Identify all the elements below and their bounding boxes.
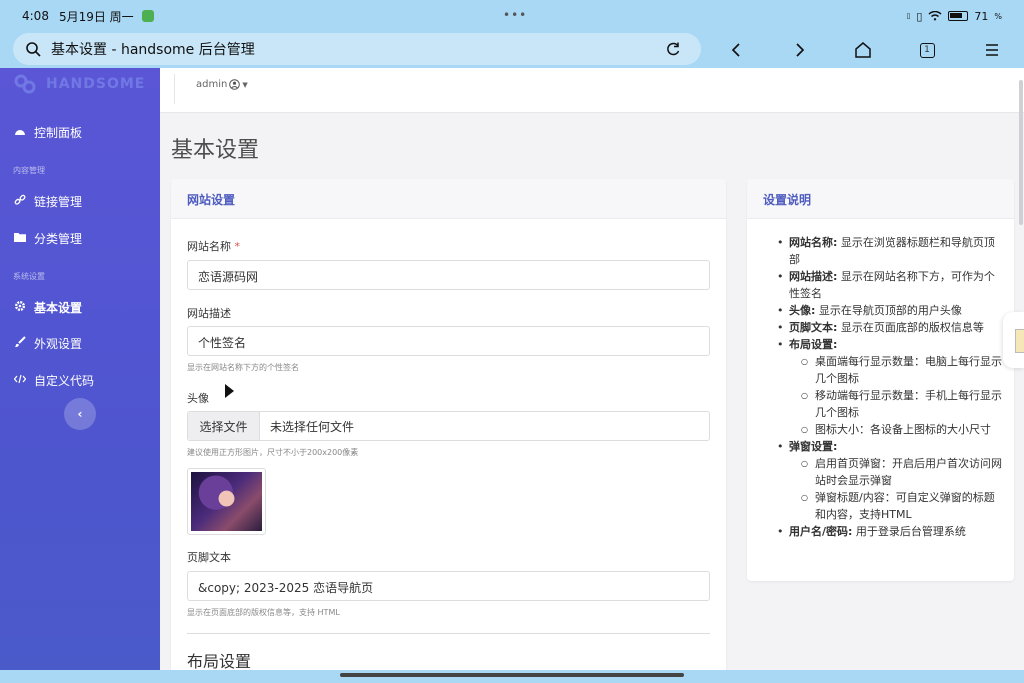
sidebar-item-categories[interactable]: 分类管理	[0, 223, 160, 253]
battery-level: 71	[974, 9, 989, 23]
wifi-icon	[928, 11, 942, 21]
sub-list-item: 弹窗标题/内容：可自定义弹窗的标题和内容，支持HTML	[789, 489, 1003, 523]
page-title: 基本设置	[171, 138, 260, 163]
username: admin	[196, 79, 228, 90]
list-item: 弹窗设置: 启用首页弹窗：开启后用户首次访问网站时会显示弹窗 弹窗标题/内容：可…	[763, 438, 1003, 523]
mouse-cursor-icon	[225, 384, 234, 398]
link-icon	[14, 194, 26, 209]
page-scrollbar[interactable]	[1019, 80, 1023, 225]
refresh-icon[interactable]	[663, 39, 683, 59]
sub-list-item: 启用首页弹窗：开启后用户首次访问网站时会显示弹窗	[789, 455, 1003, 489]
browser-toolbar: 基本设置 - handsome 后台管理 1	[0, 32, 1024, 68]
sidebar-item-basic-settings[interactable]: 基本设置	[0, 292, 160, 322]
list-item: 网站描述: 显示在网站名称下方，可作为个性签名	[763, 268, 1003, 302]
sidebar-item-label: 控制面板	[34, 125, 83, 140]
status-right-icons: ▯ ▯ 71%	[906, 9, 1002, 23]
caret-down-icon: ▼	[242, 80, 248, 89]
main-content: admin ▼ 基本设置 网站设置 网站名称 * 恋语源码网 网站描述 个性签名…	[160, 68, 1024, 670]
file-status: 未选择任何文件	[270, 419, 355, 434]
code-icon	[13, 373, 27, 387]
settings-help-card: 设置说明 网站名称: 显示在浏览器标题栏和导航页顶部 网站描述: 显示在网站名称…	[747, 179, 1014, 581]
layout-settings-title: 布局设置	[187, 652, 252, 670]
page-title-in-address-bar: 基本设置 - handsome 后台管理	[51, 42, 255, 58]
sidebar-item-label: 基本设置	[34, 300, 83, 315]
list-item: 页脚文本: 显示在页面底部的版权信息等	[763, 319, 1003, 336]
sub-list-item: 移动端每行显示数量：手机上每行显示几个图标	[789, 387, 1003, 421]
sub-list-item: 图标大小：各设备上图标的大小尺寸	[789, 421, 1003, 438]
tab-count: 1	[919, 42, 935, 58]
phone-icon: ▯	[916, 9, 923, 23]
shield-icon	[141, 10, 154, 22]
home-icon[interactable]	[851, 38, 875, 62]
avatar-file-input[interactable]: 选择文件 未选择任何文件	[187, 411, 710, 441]
menu-icon[interactable]	[980, 38, 1004, 62]
help-list: 网站名称: 显示在浏览器标题栏和导航页顶部 网站描述: 显示在网站名称下方，可作…	[763, 234, 1003, 540]
sub-list-item: 桌面端每行显示数量：电脑上每行显示几个图标	[789, 353, 1003, 387]
sidebar-item-label: 自定义代码	[34, 373, 95, 388]
footer-text-input[interactable]: &copy; 2023-2025 恋语导航页	[187, 571, 710, 601]
site-name-label-text: 网站名称	[187, 240, 231, 253]
network-speed-icon: ▯	[906, 11, 911, 20]
card-header: 网站设置	[171, 179, 726, 219]
site-desc-hint: 显示在网站名称下方的个性签名	[187, 363, 299, 372]
brand-logo: HANDSOME	[14, 74, 145, 94]
avatar-label: 头像	[187, 392, 209, 405]
avatar-preview	[187, 468, 266, 535]
sidebar-item-appearance[interactable]: 外观设置	[0, 328, 160, 358]
site-name-input[interactable]: 恋语源码网	[187, 260, 710, 290]
user-circle-icon	[229, 79, 241, 90]
top-navbar: admin ▼	[160, 68, 1024, 113]
sidebar-section-content: 内容管理	[13, 166, 45, 175]
required-mark: *	[234, 240, 241, 253]
sidebar-item-label: 链接管理	[34, 194, 83, 209]
brand-name: HANDSOME	[46, 76, 146, 92]
list-item: 用户名/密码: 用于登录后台管理系统	[763, 523, 1003, 540]
dashboard-icon	[14, 125, 26, 139]
user-dropdown[interactable]: admin ▼	[196, 79, 248, 90]
sidebar-item-dashboard[interactable]: 控制面板	[0, 117, 160, 147]
sidebar-collapse-button[interactable]: ‹	[64, 398, 96, 430]
search-icon	[23, 39, 43, 59]
section-divider	[187, 633, 710, 634]
site-name-label: 网站名称 *	[187, 238, 240, 254]
chevron-left-icon: ‹	[77, 407, 83, 421]
avatar-hint: 建议使用正方形图片，尺寸不小于200x200像素	[187, 448, 359, 457]
tabs-icon[interactable]: 1	[915, 38, 939, 62]
floating-side-tab[interactable]	[1003, 312, 1024, 368]
sidebar-item-links[interactable]: 链接管理	[0, 186, 160, 216]
folder-icon	[14, 231, 26, 245]
sidebar-item-label: 分类管理	[34, 231, 83, 246]
site-desc-input[interactable]: 个性签名	[187, 326, 710, 356]
card-header: 设置说明	[747, 179, 1014, 219]
list-item: 网站名称: 显示在浏览器标题栏和导航页顶部	[763, 234, 1003, 268]
system-status-bar: 4:08 5月19日 周一 ••• ▯ ▯ 71%	[0, 0, 1024, 32]
home-indicator[interactable]	[340, 673, 684, 677]
logo-icon	[14, 74, 36, 94]
status-date: 5月19日 周一	[58, 9, 134, 24]
navbar-divider	[174, 74, 175, 104]
forward-icon[interactable]	[788, 38, 812, 62]
avatar-image	[191, 472, 262, 531]
site-desc-label: 网站描述	[187, 307, 231, 320]
footer-text-label: 页脚文本	[187, 551, 231, 564]
sidebar-section-system: 系统设置	[13, 272, 45, 281]
footer-text-hint: 显示在页面底部的版权信息等，支持 HTML	[187, 608, 340, 617]
site-settings-card: 网站设置 网站名称 * 恋语源码网 网站描述 个性签名 显示在网站名称下方的个性…	[171, 179, 726, 670]
sidebar-item-label: 外观设置	[34, 336, 83, 351]
battery-icon	[948, 11, 969, 21]
address-bar[interactable]: 基本设置 - handsome 后台管理	[13, 33, 701, 65]
gear-icon	[14, 300, 26, 315]
sidebar-item-custom-code[interactable]: 自定义代码	[0, 365, 160, 395]
brush-icon	[14, 335, 26, 351]
choose-file-button[interactable]: 选择文件	[188, 412, 260, 440]
status-time: 4:08	[22, 9, 49, 23]
multiwindow-dots-icon[interactable]: •••	[503, 8, 527, 22]
list-item: 头像: 显示在导航页顶部的用户头像	[763, 302, 1003, 319]
sidebar: HANDSOME 控制面板 内容管理 链接管理 分类管理 系统设置 基本设置 外…	[0, 68, 160, 670]
back-icon[interactable]	[724, 38, 748, 62]
list-item: 布局设置: 桌面端每行显示数量：电脑上每行显示几个图标 移动端每行显示数量：手机…	[763, 336, 1003, 438]
